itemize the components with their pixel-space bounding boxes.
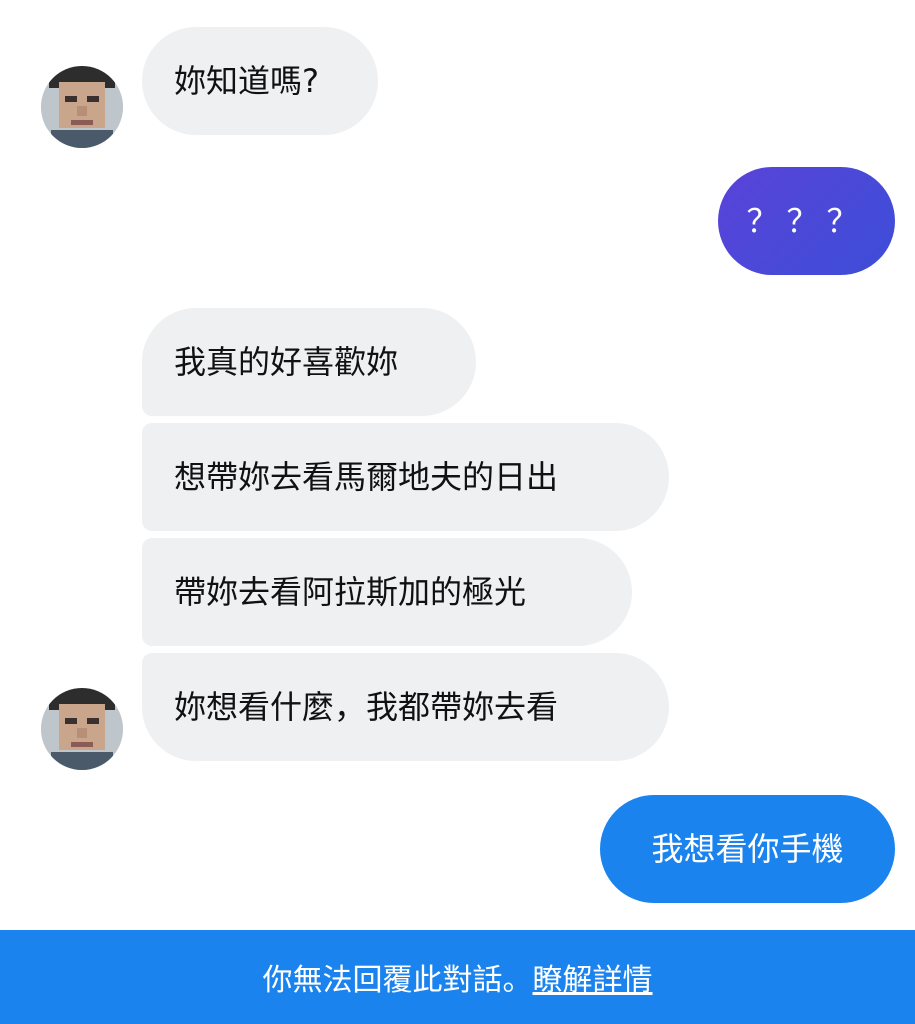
message-sent[interactable]: ？？？	[718, 167, 895, 275]
message-text: 我想看你手機	[651, 830, 844, 868]
message-text: ？？？	[746, 202, 867, 240]
reply-disabled-banner: 你無法回覆此對話。 瞭解詳情	[0, 930, 915, 1024]
message-text: 想帶妳去看馬爾地夫的日出	[174, 458, 559, 496]
message-sent[interactable]: 我想看你手機	[600, 795, 895, 903]
message-received[interactable]: 想帶妳去看馬爾地夫的日出	[142, 423, 669, 531]
message-text: 妳想看什麼，我都帶妳去看	[174, 688, 559, 726]
message-text: 帶妳去看阿拉斯加的極光	[174, 573, 527, 611]
reply-disabled-notice: 你無法回覆此對話。	[262, 963, 533, 998]
avatar-image	[41, 66, 123, 148]
message-received[interactable]: 我真的好喜歡妳	[142, 308, 476, 416]
message-received[interactable]: 妳想看什麼，我都帶妳去看	[142, 653, 669, 761]
learn-more-link[interactable]: 瞭解詳情	[533, 955, 653, 999]
message-received[interactable]: 帶妳去看阿拉斯加的極光	[142, 538, 632, 646]
message-text: 我真的好喜歡妳	[174, 343, 399, 381]
avatar-image	[41, 688, 123, 770]
contact-avatar[interactable]	[41, 688, 123, 770]
contact-avatar[interactable]	[41, 66, 123, 148]
message-text: 妳知道嗎?	[174, 62, 319, 100]
message-received[interactable]: 妳知道嗎?	[142, 27, 378, 135]
